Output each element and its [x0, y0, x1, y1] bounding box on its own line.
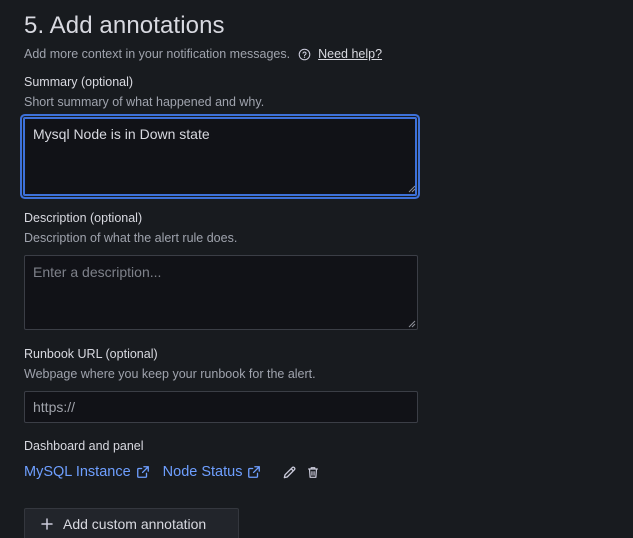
need-help-link[interactable]: Need help?	[318, 47, 382, 61]
summary-textarea[interactable]: Mysql Node is in Down state	[23, 117, 417, 196]
panel-link[interactable]: Node Status	[163, 464, 262, 480]
dashboard-panel-label: Dashboard and panel	[24, 439, 144, 453]
external-link-icon	[136, 466, 149, 478]
description-textarea[interactable]	[24, 255, 418, 330]
resize-grip-icon[interactable]	[408, 185, 416, 193]
dashboard-panel-links: MySQL Instance Node Status	[24, 463, 322, 481]
runbook-url-input[interactable]	[24, 391, 418, 423]
description-description: Description of what the alert rule does.	[24, 231, 238, 245]
section-title: 5. Add annotations	[24, 12, 225, 39]
plus-icon	[41, 518, 53, 530]
description-label: Description (optional)	[24, 211, 143, 225]
runbook-description: Webpage where you keep your runbook for …	[24, 367, 316, 381]
section-subtitle-row: Add more context in your notification me…	[24, 46, 382, 62]
panel-link-label: Node Status	[162, 464, 243, 480]
summary-label: Summary (optional)	[24, 75, 134, 89]
dashboard-link[interactable]: MySQL Instance	[24, 464, 150, 480]
runbook-label: Runbook URL (optional)	[24, 347, 158, 361]
external-link-icon	[248, 466, 261, 478]
question-circle-icon	[296, 46, 312, 62]
dashboard-link-label: MySQL Instance	[24, 464, 131, 480]
pencil-icon[interactable]	[280, 463, 298, 481]
annotations-section: 5. Add annotations Add more context in y…	[0, 0, 633, 538]
add-custom-annotation-label: Add custom annotation	[63, 516, 207, 532]
trash-icon[interactable]	[304, 463, 322, 481]
resize-grip-icon[interactable]	[408, 320, 416, 328]
add-custom-annotation-button[interactable]: Add custom annotation	[24, 508, 239, 538]
summary-description: Short summary of what happened and why.	[24, 95, 265, 109]
section-subtitle: Add more context in your notification me…	[24, 47, 291, 61]
